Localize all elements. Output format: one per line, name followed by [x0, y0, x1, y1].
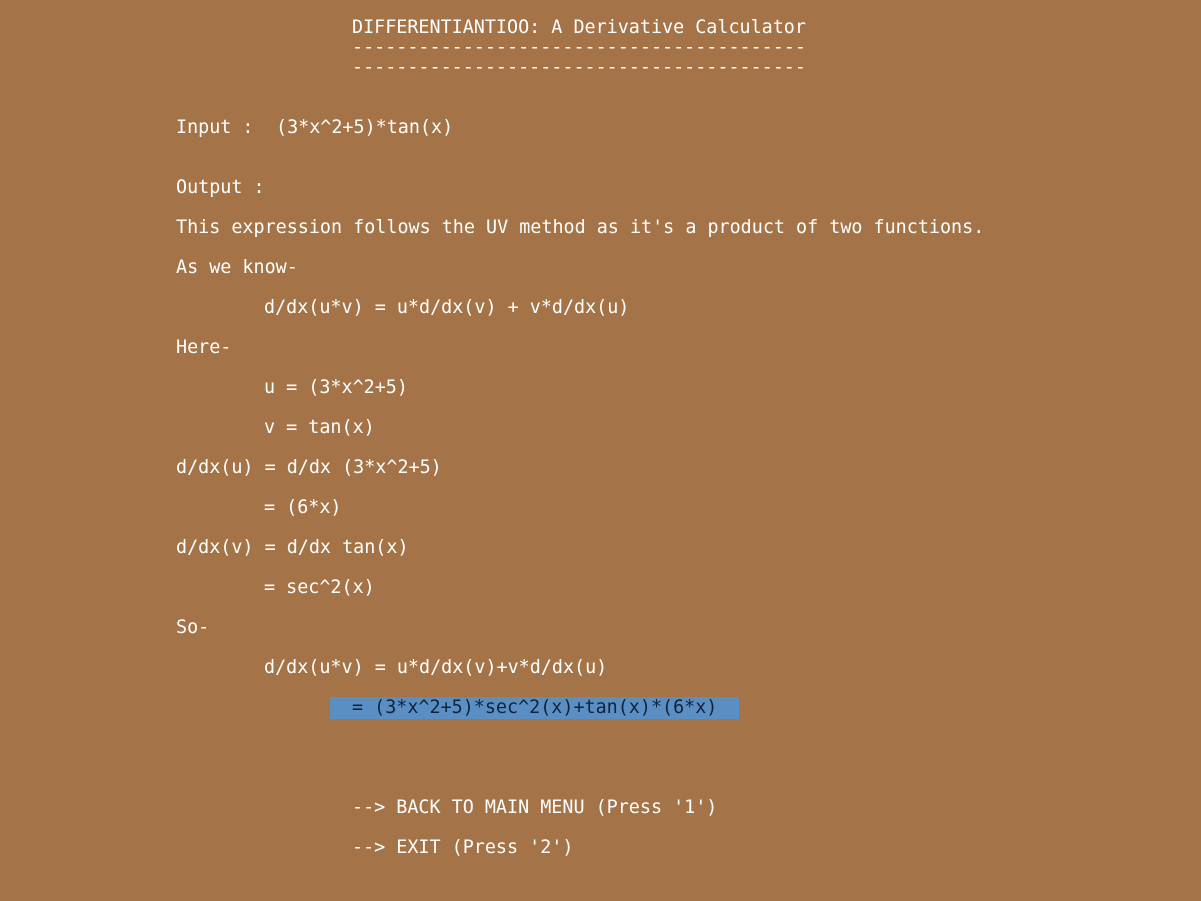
dv-line: d/dx(v) = d/dx tan(x) — [176, 537, 409, 558]
output-label: Output : — [176, 177, 265, 198]
final-result-highlighted: = (3*x^2+5)*sec^2(x)+tan(x)*(6*x) — [330, 697, 740, 719]
console-window: DIFFERENTIANTIOO: A Derivative Calculato… — [0, 0, 1201, 901]
app-title: DIFFERENTIANTIOO: A Derivative Calculato… — [352, 17, 806, 38]
u-definition: u = (3*x^2+5) — [264, 377, 408, 398]
so-text: So- — [176, 617, 210, 638]
method-description: This expression follows the UV method as… — [176, 217, 985, 238]
menu-back-option[interactable]: --> BACK TO MAIN MENU (Press '1') — [352, 797, 717, 819]
input-expression: (3*x^2+5)*tan(x) — [276, 117, 454, 138]
du-result: = (6*x) — [264, 497, 342, 518]
title-rule-bottom: ----------------------------------------… — [352, 57, 806, 78]
here-text: Here- — [176, 337, 232, 358]
input-label: Input : — [176, 117, 254, 138]
du-line: d/dx(u) = d/dx (3*x^2+5) — [176, 457, 442, 478]
menu-exit-option[interactable]: --> EXIT (Press '2') — [352, 837, 573, 859]
v-definition: v = tan(x) — [264, 417, 375, 438]
dv-result: = sec^2(x) — [264, 577, 375, 598]
title-rule-top: ----------------------------------------… — [352, 37, 806, 58]
final-rule: d/dx(u*v) = u*d/dx(v)+v*d/dx(u) — [264, 657, 608, 678]
product-rule: d/dx(u*v) = u*d/dx(v) + v*d/dx(u) — [264, 297, 630, 318]
as-we-know-text: As we know- — [176, 257, 298, 278]
